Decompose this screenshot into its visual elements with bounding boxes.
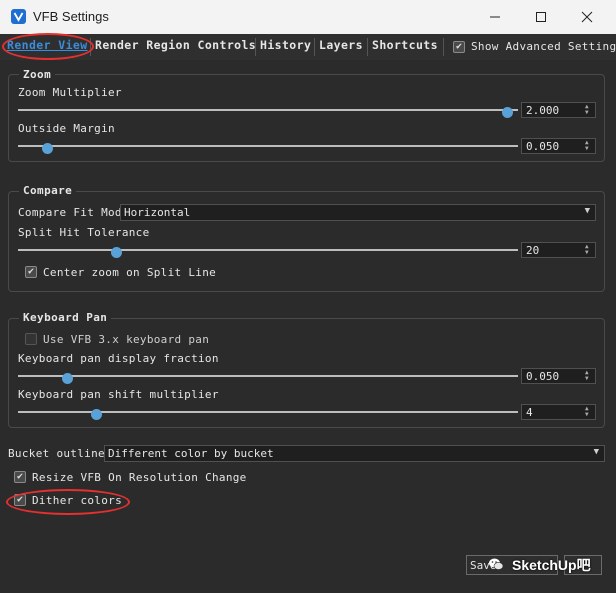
use-vfb3-pan-checkbox[interactable]	[25, 333, 37, 345]
annotation-circle	[6, 489, 130, 515]
zoom-multiplier-spinbox[interactable]: 2.000 ▲ ▼	[521, 102, 596, 118]
zoom-multiplier-slider[interactable]	[18, 107, 518, 118]
compare-fit-mode-dropdown[interactable]: Horizontal ▼	[120, 204, 596, 221]
use-vfb3-pan-label: Use VFB 3.x keyboard pan	[43, 333, 210, 346]
show-advanced-checkbox[interactable]: ✔	[453, 41, 465, 53]
spinbox-arrows-icon[interactable]: ▲ ▼	[585, 244, 593, 256]
spinbox-value: 0.050	[526, 370, 560, 383]
zoom-group-title: Zoom	[19, 68, 56, 81]
spinbox-arrows-icon[interactable]: ▲ ▼	[585, 370, 593, 382]
spinbox-arrows-icon[interactable]: ▲ ▼	[585, 140, 593, 152]
compare-fit-mode-label: Compare Fit Mode	[18, 206, 129, 219]
minimize-button[interactable]	[472, 0, 518, 34]
spinbox-value: 0.050	[526, 140, 560, 153]
pan-shift-multiplier-slider[interactable]	[18, 409, 518, 420]
outside-margin-spinbox[interactable]: 0.050 ▲ ▼	[521, 138, 596, 154]
close-button[interactable]	[564, 0, 610, 34]
spinbox-value: 4	[526, 406, 533, 419]
bucket-outlines-dropdown[interactable]: Different color by bucket ▼	[104, 445, 605, 462]
pan-display-fraction-slider[interactable]	[18, 373, 518, 384]
tab-divider	[443, 38, 444, 56]
vray-logo-icon	[11, 9, 26, 24]
slider-track	[18, 109, 518, 111]
pan-shift-multiplier-label: Keyboard pan shift multiplier	[18, 388, 219, 401]
split-hit-tolerance-label: Split Hit Tolerance	[18, 226, 150, 239]
tab-render-region-controls[interactable]: Render Region Controls	[95, 38, 256, 56]
spinbox-arrows-icon[interactable]: ▲ ▼	[585, 104, 593, 116]
show-advanced-label: Show Advanced Settings	[471, 40, 616, 53]
center-zoom-label: Center zoom on Split Line	[43, 266, 217, 279]
resize-vfb-checkbox[interactable]: ✔	[14, 471, 26, 483]
tab-history[interactable]: History	[260, 38, 311, 56]
pan-display-fraction-spinbox[interactable]: 0.050 ▲ ▼	[521, 368, 596, 384]
chevron-down-icon: ▼	[593, 447, 599, 457]
slider-track	[18, 375, 518, 377]
split-hit-tolerance-slider[interactable]	[18, 247, 518, 258]
annotation-circle	[2, 33, 94, 60]
wechat-logo-icon	[488, 556, 504, 572]
spinbox-value: 20	[526, 244, 540, 257]
keyboard-pan-group-title: Keyboard Pan	[19, 311, 112, 324]
window-title: VFB Settings	[33, 9, 109, 24]
watermark-text: SketchUp吧	[512, 557, 591, 573]
slider-handle[interactable]	[62, 373, 73, 384]
spinbox-value: 2.000	[526, 104, 560, 117]
tab-divider	[367, 38, 368, 56]
slider-track	[18, 249, 518, 251]
tab-layers[interactable]: Layers	[319, 38, 363, 56]
center-zoom-checkbox[interactable]: ✔	[25, 266, 37, 278]
dropdown-value: Different color by bucket	[108, 447, 274, 460]
outside-margin-slider[interactable]	[18, 143, 518, 154]
pan-shift-multiplier-spinbox[interactable]: 4 ▲ ▼	[521, 404, 596, 420]
zoom-multiplier-label: Zoom Multiplier	[18, 86, 122, 99]
tab-shortcuts[interactable]: Shortcuts	[372, 38, 438, 56]
slider-handle[interactable]	[110, 247, 122, 258]
tab-divider	[255, 38, 256, 56]
resize-vfb-label: Resize VFB On Resolution Change	[32, 471, 247, 484]
compare-group-title: Compare	[19, 184, 77, 197]
tab-divider	[314, 38, 315, 56]
maximize-button[interactable]	[518, 0, 564, 34]
outside-margin-label: Outside Margin	[18, 122, 115, 135]
dropdown-value: Horizontal	[124, 206, 191, 219]
split-hit-tolerance-spinbox[interactable]: 20 ▲ ▼	[521, 242, 596, 258]
spinbox-arrows-icon[interactable]: ▲ ▼	[585, 406, 593, 418]
slider-track	[18, 145, 518, 147]
bucket-outlines-label: Bucket outlines	[8, 447, 112, 460]
chevron-down-icon: ▼	[584, 206, 590, 216]
pan-display-fraction-label: Keyboard pan display fraction	[18, 352, 219, 365]
